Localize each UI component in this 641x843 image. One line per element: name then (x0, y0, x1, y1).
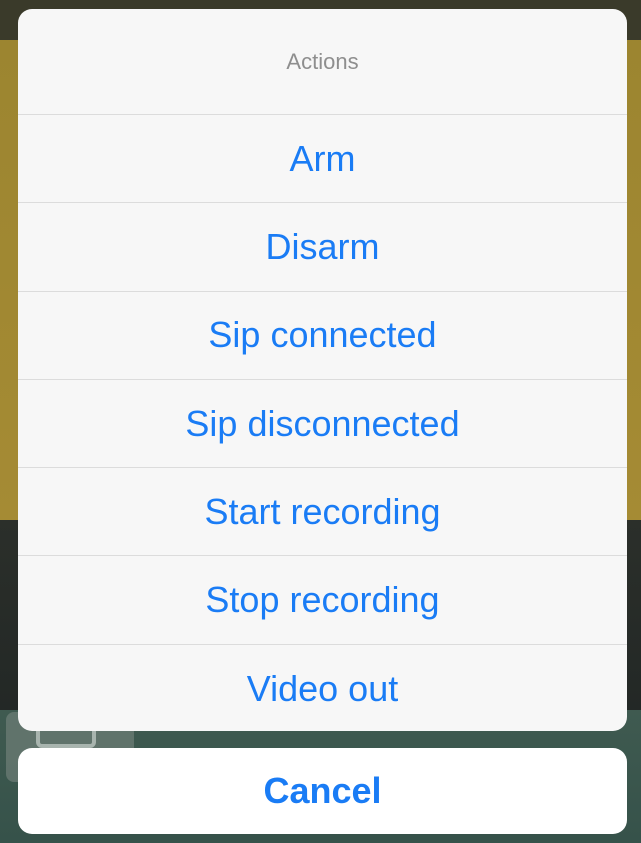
action-video-out-button[interactable]: Video out (18, 645, 627, 731)
action-list: Arm Disarm Sip connected Sip disconnecte… (18, 115, 627, 731)
action-arm-button[interactable]: Arm (18, 115, 627, 204)
action-sip-connected-button[interactable]: Sip connected (18, 292, 627, 380)
action-sheet-title: Actions (18, 9, 627, 115)
action-sip-disconnected-button[interactable]: Sip disconnected (18, 380, 627, 469)
cancel-button[interactable]: Cancel (18, 748, 627, 834)
action-sheet: Actions Arm Disarm Sip connected Sip dis… (18, 9, 627, 731)
action-disarm-button[interactable]: Disarm (18, 203, 627, 292)
action-start-recording-button[interactable]: Start recording (18, 468, 627, 557)
action-stop-recording-button[interactable]: Stop recording (18, 556, 627, 645)
